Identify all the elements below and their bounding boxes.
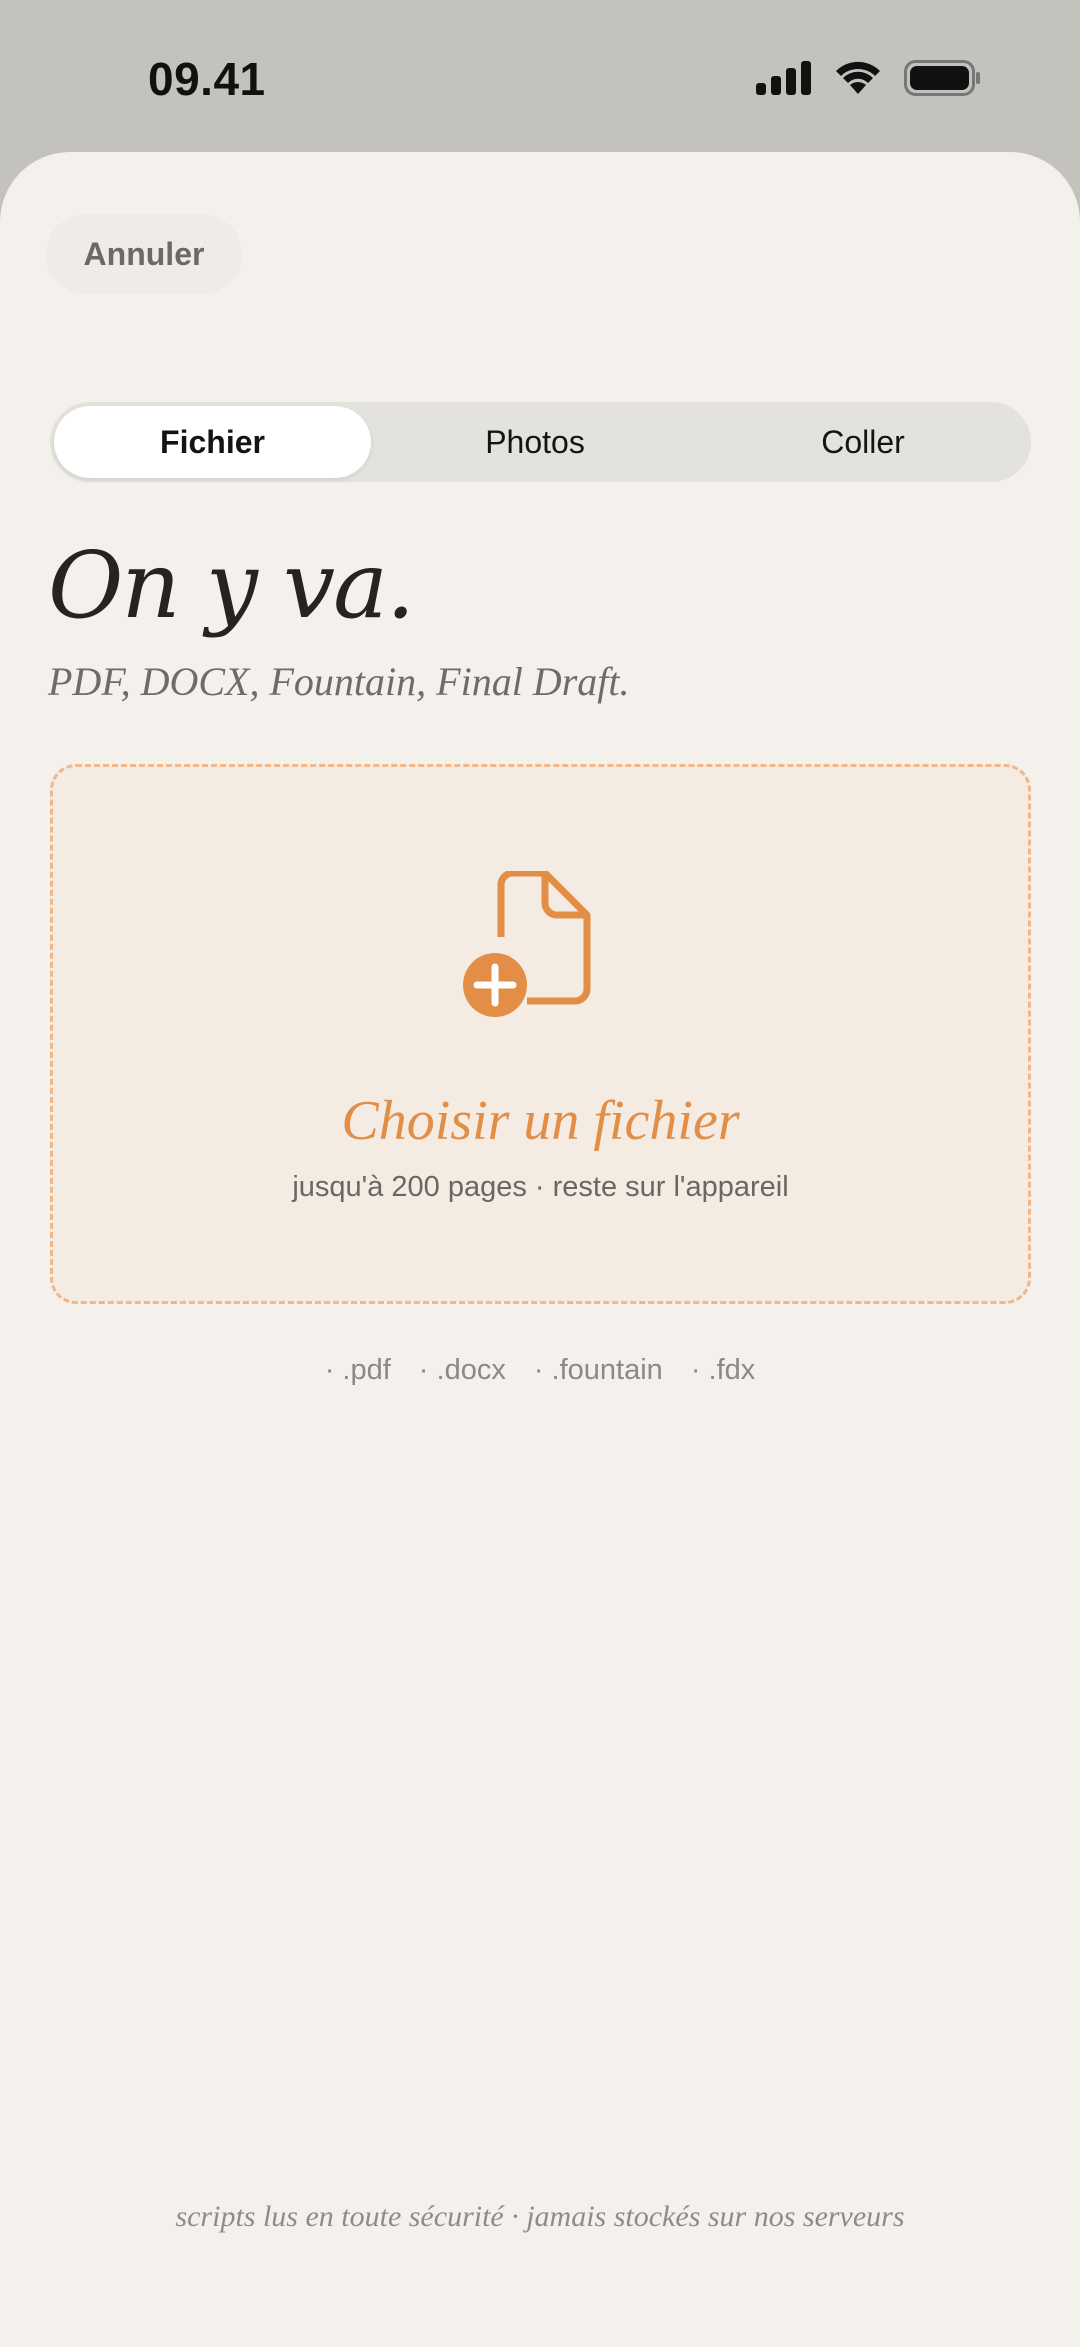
status-icons: [756, 60, 982, 96]
import-sheet: Annuler Fichier Photos Coller On y va. P…: [0, 152, 1080, 2347]
dropzone-hint: jusqu'à 200 pages · reste sur l'appareil: [292, 1171, 789, 1203]
cancel-button[interactable]: Annuler: [46, 214, 242, 294]
privacy-note: scripts lus en toute sécurité · jamais s…: [175, 2200, 905, 2233]
wifi-icon: [836, 61, 880, 94]
format-fountain: · .fountain: [533, 1354, 663, 1386]
format-list: · .pdf · .docx · .fountain · .fdx: [0, 1354, 1080, 1387]
format-fdx: · .fdx: [690, 1354, 756, 1386]
battery-icon: [904, 60, 980, 96]
supported-formats-subtitle: PDF, DOCX, Fountain, Final Draft.: [48, 659, 630, 704]
status-time: 09.41: [148, 53, 266, 105]
format-pdf: · .pdf: [324, 1354, 391, 1386]
tab-coller[interactable]: Coller: [699, 406, 1027, 478]
source-tabs: Fichier Photos Coller: [50, 402, 1031, 482]
file-add-icon: [463, 871, 591, 1017]
format-docx: · .docx: [418, 1354, 506, 1386]
tab-fichier[interactable]: Fichier: [54, 406, 371, 478]
cellular-signal-icon: [756, 61, 811, 95]
choose-file-title[interactable]: Choisir un fichier: [53, 1089, 1028, 1153]
file-dropzone[interactable]: Choisir un fichier jusqu'à 200 pages · r…: [50, 764, 1031, 1304]
tab-photos[interactable]: Photos: [371, 406, 699, 478]
status-bar: 09.41: [0, 0, 1080, 150]
page-title: On y va.: [48, 532, 415, 639]
